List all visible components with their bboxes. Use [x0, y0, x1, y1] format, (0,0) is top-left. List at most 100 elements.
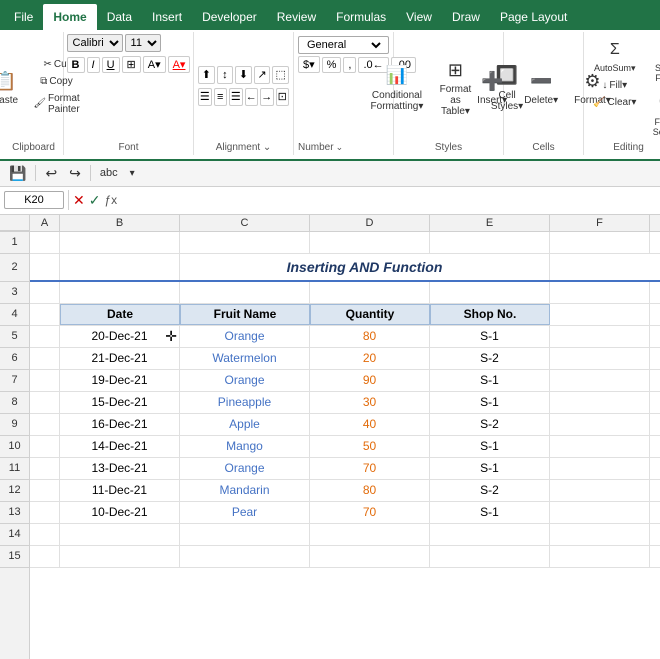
cell-c15[interactable]: [180, 546, 310, 567]
cell-d1[interactable]: [310, 232, 430, 253]
align-bottom-button[interactable]: ⬇: [235, 66, 252, 84]
tab-data[interactable]: Data: [97, 4, 142, 30]
percent-button[interactable]: %: [322, 57, 342, 73]
underline-button[interactable]: U: [102, 57, 120, 73]
col-header-a[interactable]: A: [30, 215, 60, 231]
formula-input[interactable]: [121, 191, 656, 209]
cell-b4[interactable]: Date: [60, 304, 180, 325]
cell-e14[interactable]: [430, 524, 550, 545]
merge-center-button[interactable]: ⊡: [276, 88, 290, 106]
cell-b10[interactable]: 14-Dec-21: [60, 436, 180, 457]
cell-e13[interactable]: S-1: [430, 502, 550, 523]
cell-b5[interactable]: 20-Dec-21✛: [60, 326, 180, 347]
fill-button[interactable]: ↓Fill▾: [588, 78, 642, 93]
col-header-c[interactable]: C: [180, 215, 310, 231]
cell-f6[interactable]: [550, 348, 650, 369]
cell-c3[interactable]: [180, 282, 310, 303]
sort-filter-button[interactable]: ↕ Sort &Filter▾: [646, 34, 660, 86]
cell-c10[interactable]: Mango: [180, 436, 310, 457]
col-header-e[interactable]: E: [430, 215, 550, 231]
cell-f15[interactable]: [550, 546, 650, 567]
cell-c5[interactable]: Orange: [180, 326, 310, 347]
row-header-10[interactable]: 10: [0, 436, 29, 458]
cell-c2[interactable]: Inserting AND Function: [180, 254, 550, 280]
cell-a4[interactable]: [30, 304, 60, 325]
cell-c11[interactable]: Orange: [180, 458, 310, 479]
insert-cells-button[interactable]: ➕ Insert▾: [470, 65, 514, 108]
row-header-3[interactable]: 3: [0, 282, 29, 304]
row-header-15[interactable]: 15: [0, 546, 29, 568]
row-header-5[interactable]: 5: [0, 326, 29, 348]
row-header-12[interactable]: 12: [0, 480, 29, 502]
cell-a11[interactable]: [30, 458, 60, 479]
save-button[interactable]: 💾: [6, 164, 29, 183]
cell-f11[interactable]: [550, 458, 650, 479]
row-header-4[interactable]: 4: [0, 304, 29, 326]
decrease-indent-button[interactable]: ←: [245, 88, 259, 106]
clear-button[interactable]: 🧹Clear▾: [588, 95, 642, 110]
cell-f13[interactable]: [550, 502, 650, 523]
cell-d13[interactable]: 70: [310, 502, 430, 523]
tab-review[interactable]: Review: [267, 4, 326, 30]
tab-formulas[interactable]: Formulas: [326, 4, 396, 30]
cell-c1[interactable]: [180, 232, 310, 253]
row-header-1[interactable]: 1: [0, 232, 29, 254]
cell-b8[interactable]: 15-Dec-21: [60, 392, 180, 413]
row-header-7[interactable]: 7: [0, 370, 29, 392]
cell-b6[interactable]: 21-Dec-21: [60, 348, 180, 369]
row-header-9[interactable]: 9: [0, 414, 29, 436]
align-top-button[interactable]: ⬆: [198, 66, 215, 84]
cell-e6[interactable]: S-2: [430, 348, 550, 369]
cell-a15[interactable]: [30, 546, 60, 567]
col-header-f[interactable]: F: [550, 215, 650, 231]
cell-d12[interactable]: 80: [310, 480, 430, 501]
cell-c6[interactable]: Watermelon: [180, 348, 310, 369]
cell-d15[interactable]: [310, 546, 430, 567]
dropdown-btn[interactable]: ▾: [127, 167, 138, 180]
cell-f3[interactable]: [550, 282, 650, 303]
cell-a1[interactable]: [30, 232, 60, 253]
row-header-6[interactable]: 6: [0, 348, 29, 370]
cell-e10[interactable]: S-1: [430, 436, 550, 457]
cell-b14[interactable]: [60, 524, 180, 545]
cell-e7[interactable]: S-1: [430, 370, 550, 391]
tab-pagelayout[interactable]: Page Layout: [490, 4, 577, 30]
cell-e11[interactable]: S-1: [430, 458, 550, 479]
cell-d3[interactable]: [310, 282, 430, 303]
italic-button[interactable]: I: [87, 57, 100, 73]
col-header-b[interactable]: B: [60, 215, 180, 231]
redo-button[interactable]: ↪: [66, 164, 84, 183]
increase-indent-button[interactable]: →: [260, 88, 274, 106]
cell-b12[interactable]: 11-Dec-21: [60, 480, 180, 501]
cell-e9[interactable]: S-2: [430, 414, 550, 435]
tab-file[interactable]: File: [4, 4, 43, 30]
cell-d14[interactable]: [310, 524, 430, 545]
cell-e15[interactable]: [430, 546, 550, 567]
cell-a6[interactable]: [30, 348, 60, 369]
cell-f5[interactable]: [550, 326, 650, 347]
wrap-text-button[interactable]: ⬚: [272, 66, 289, 84]
undo-button[interactable]: ↩: [42, 164, 60, 183]
cell-c13[interactable]: Pear: [180, 502, 310, 523]
cell-d6[interactable]: 20: [310, 348, 430, 369]
cell-e8[interactable]: S-1: [430, 392, 550, 413]
cell-e2[interactable]: [550, 254, 660, 280]
cell-c12[interactable]: Mandarin: [180, 480, 310, 501]
cell-a5[interactable]: [30, 326, 60, 347]
border-button[interactable]: ⊞: [122, 56, 141, 73]
tab-developer[interactable]: Developer: [192, 4, 267, 30]
col-header-d[interactable]: D: [310, 215, 430, 231]
delete-cells-button[interactable]: ➖ Delete▾: [518, 65, 564, 108]
align-center-button[interactable]: ≡: [214, 88, 228, 106]
row-header-13[interactable]: 13: [0, 502, 29, 524]
tab-view[interactable]: View: [396, 4, 442, 30]
tab-insert[interactable]: Insert: [142, 4, 192, 30]
tab-home[interactable]: Home: [43, 4, 96, 30]
font-size-select[interactable]: 11: [125, 34, 161, 52]
cell-c8[interactable]: Pineapple: [180, 392, 310, 413]
cell-b9[interactable]: 16-Dec-21: [60, 414, 180, 435]
text-angle-button[interactable]: ↗: [254, 66, 271, 84]
cell-d9[interactable]: 40: [310, 414, 430, 435]
cell-f12[interactable]: [550, 480, 650, 501]
cell-e5[interactable]: S-1: [430, 326, 550, 347]
